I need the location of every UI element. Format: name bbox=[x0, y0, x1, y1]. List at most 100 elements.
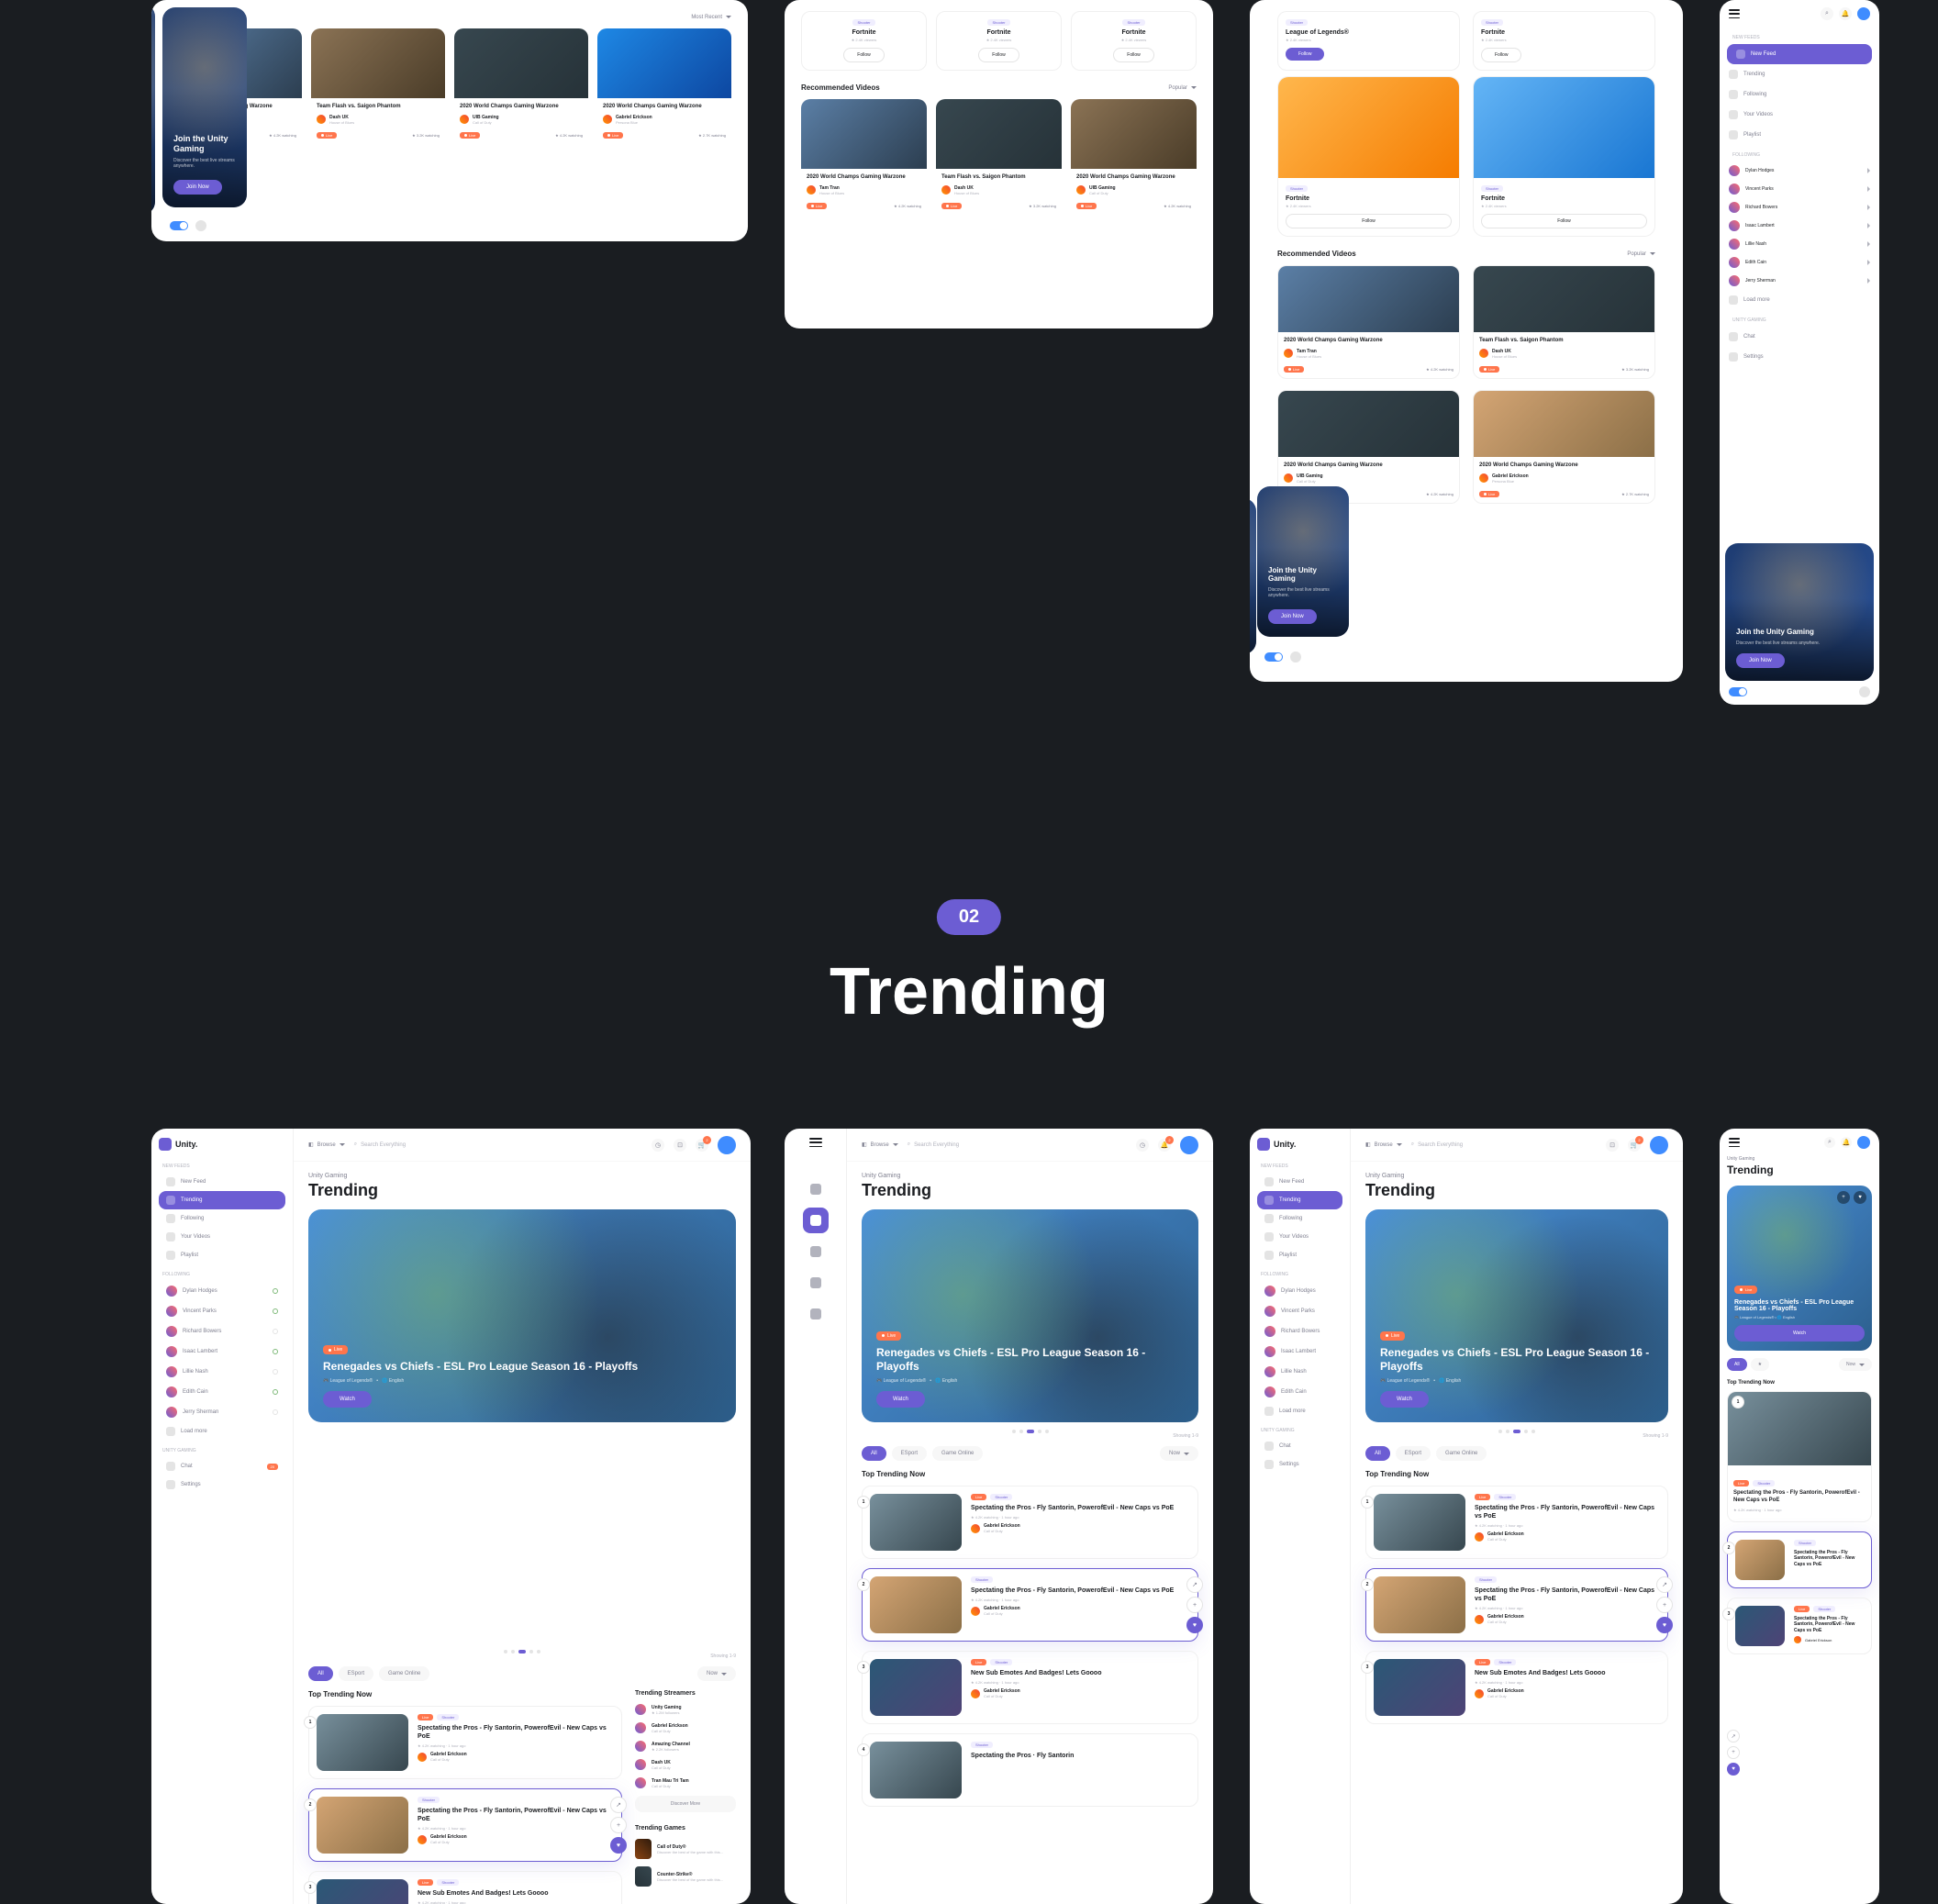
search-icon[interactable]: ⌕ bbox=[1824, 1137, 1835, 1148]
toggle[interactable] bbox=[1264, 652, 1283, 662]
avatar[interactable] bbox=[1857, 7, 1870, 20]
following-item[interactable]: Jerry Sherman bbox=[159, 1402, 285, 1422]
filter-esport[interactable]: ESport bbox=[1396, 1446, 1431, 1461]
following-item[interactable]: Isaac Lambert bbox=[1257, 1342, 1342, 1362]
nav-new-feed[interactable]: New Feed bbox=[1727, 44, 1872, 64]
add-icon[interactable]: + bbox=[1727, 1746, 1740, 1759]
nav-playlist[interactable]: Playlist bbox=[1720, 125, 1879, 145]
game-item[interactable]: Call of Duty®Discover the best of the ga… bbox=[635, 1839, 736, 1859]
following-item[interactable]: Vincent Parks bbox=[1257, 1301, 1342, 1321]
cart-icon[interactable]: 🛒 bbox=[1628, 1139, 1641, 1152]
join-now-button[interactable]: Join Now bbox=[173, 180, 222, 195]
following-item[interactable]: Vincent Parks bbox=[159, 1301, 285, 1321]
nav-new-feed[interactable]: New Feed bbox=[159, 1173, 285, 1191]
trending-list-item[interactable]: 3 LiveShooter New Sub Emotes And Badges!… bbox=[862, 1651, 1198, 1724]
nav-following[interactable]: Following bbox=[159, 1209, 285, 1228]
follow-button[interactable]: Follow bbox=[843, 48, 884, 62]
follow-button[interactable]: Follow bbox=[1481, 48, 1521, 62]
following-item[interactable]: Vincent Parks bbox=[1720, 180, 1879, 198]
filter-esport[interactable]: ESport bbox=[892, 1446, 927, 1461]
nav-playlist[interactable]: Playlist bbox=[1257, 1246, 1342, 1264]
search-icon[interactable]: ⌕ bbox=[1821, 7, 1833, 20]
load-more[interactable]: Load more bbox=[159, 1422, 285, 1441]
game-item[interactable]: Counter-Strike®Discover the best of the … bbox=[635, 1866, 736, 1887]
nav-trending[interactable]: Trending bbox=[159, 1191, 285, 1209]
video-card[interactable]: Team Flash vs. Saigon Phantom Dash UKHou… bbox=[936, 99, 1062, 215]
avatar[interactable] bbox=[1650, 1136, 1668, 1154]
discover-more-button[interactable]: Discover More bbox=[635, 1796, 736, 1812]
toggle[interactable] bbox=[170, 221, 188, 230]
nav-playlist[interactable] bbox=[803, 1301, 829, 1327]
nav-new-feed[interactable] bbox=[803, 1176, 829, 1202]
menu-icon[interactable] bbox=[1729, 9, 1740, 18]
add-icon[interactable]: + bbox=[1186, 1597, 1203, 1613]
trending-list-item[interactable]: 3 LiveShooter Spectating the Pros - Fly … bbox=[1727, 1598, 1872, 1654]
favorite-icon[interactable]: ♥ bbox=[1854, 1191, 1866, 1204]
search-input[interactable]: ⌕ Search Everything bbox=[1411, 1141, 1597, 1148]
clock-icon[interactable]: ◷ bbox=[652, 1139, 664, 1152]
trending-list-item[interactable]: 2 Shooter Spectating the Pros - Fly Sant… bbox=[1365, 1568, 1668, 1642]
nav-new-feed[interactable]: New Feed bbox=[1257, 1173, 1342, 1191]
trending-list-item[interactable]: 1 LiveShooter Spectating the Pros - Fly … bbox=[1365, 1486, 1668, 1559]
filter-all[interactable]: All bbox=[862, 1446, 886, 1461]
browse-dropdown[interactable]: ◧ Browse bbox=[1365, 1141, 1402, 1148]
trending-list-item[interactable]: 4 Shooter Spectating the Pros · Fly Sant… bbox=[862, 1733, 1198, 1807]
video-card[interactable]: 2020 World Champs Gaming Warzone Tam Tra… bbox=[801, 99, 927, 215]
watch-button[interactable]: Watch bbox=[323, 1391, 372, 1408]
share-icon[interactable]: ↗ bbox=[1186, 1576, 1203, 1593]
following-item[interactable]: Richard Bowers bbox=[159, 1321, 285, 1342]
browse-dropdown[interactable]: ◧ Browse bbox=[308, 1141, 345, 1148]
channel-card[interactable]: Shooter Fortnite ★ 2.4K viewers Follow bbox=[1071, 11, 1197, 71]
follow-button[interactable]: Follow bbox=[1286, 214, 1452, 228]
trending-list-item[interactable]: 1 LiveShooter Spectating the Pros - Fly … bbox=[308, 1706, 622, 1779]
watch-button[interactable]: Watch bbox=[1380, 1391, 1429, 1408]
video-card[interactable]: Team Flash vs. Saigon Phantom Dash UKHou… bbox=[311, 28, 445, 144]
filter-gameonline[interactable]: Game Online bbox=[932, 1446, 983, 1461]
nav-settings[interactable]: Settings bbox=[159, 1475, 285, 1494]
filter-gameonline[interactable]: Game Online bbox=[379, 1666, 429, 1681]
nav-your-videos[interactable]: Your Videos bbox=[1720, 105, 1879, 125]
sort-dropdown[interactable]: Now bbox=[1160, 1446, 1198, 1461]
cart-icon[interactable]: 🛒 bbox=[696, 1139, 708, 1152]
add-icon[interactable]: + bbox=[1656, 1597, 1673, 1613]
streamer-item[interactable]: Tran Mau Tri TamCall of Duty bbox=[635, 1777, 736, 1788]
trending-list-item[interactable]: 2 Shooter Spectating the Pros - Fly Sant… bbox=[862, 1568, 1198, 1642]
nav-following[interactable]: Following bbox=[1257, 1209, 1342, 1228]
nav-following[interactable]: Following bbox=[1720, 84, 1879, 105]
watch-button[interactable]: Watch bbox=[876, 1391, 925, 1408]
following-item[interactable]: Lillie Nash bbox=[159, 1362, 285, 1382]
following-item[interactable]: Dylan Hodges bbox=[1720, 161, 1879, 180]
following-item[interactable]: Edith Cain bbox=[159, 1382, 285, 1402]
nav-following[interactable] bbox=[803, 1239, 829, 1264]
nav-your-videos[interactable] bbox=[803, 1270, 829, 1296]
nav-settings[interactable]: Settings bbox=[1720, 347, 1879, 367]
trending-list-item[interactable]: 3 LiveShooter New Sub Emotes And Badges!… bbox=[1365, 1651, 1668, 1724]
video-card[interactable]: Team Flash vs. Saigon Phantom Dash UKHou… bbox=[1473, 265, 1655, 379]
hero-carousel[interactable]: + ♥ Live Renegades vs Chiefs - ESL Pro L… bbox=[1727, 1186, 1872, 1351]
filter-all[interactable]: All bbox=[308, 1666, 333, 1681]
video-card[interactable]: 2020 World Champs Gaming Warzone UIB Gam… bbox=[454, 28, 588, 144]
following-item[interactable]: Lillie Nash bbox=[1720, 235, 1879, 253]
channel-hero-card[interactable]: Shooter Fortnite ★ 2.4K viewers Follow bbox=[1473, 76, 1655, 237]
share-icon[interactable]: ↗ bbox=[1727, 1730, 1740, 1743]
clock-icon[interactable]: ◷ bbox=[1136, 1139, 1149, 1152]
favorite-icon[interactable]: ♥ bbox=[1656, 1617, 1673, 1633]
following-item[interactable]: Dylan Hodges bbox=[1257, 1281, 1342, 1301]
menu-icon[interactable] bbox=[809, 1138, 822, 1147]
sort-dropdown[interactable]: Popular bbox=[1627, 251, 1655, 257]
trending-list-item[interactable]: 1 LiveShooter Spectating the Pros - Fly … bbox=[1727, 1391, 1872, 1522]
menu-icon[interactable] bbox=[1729, 1138, 1740, 1147]
filter-all[interactable]: All bbox=[1727, 1358, 1747, 1371]
favorite-icon[interactable]: ♥ bbox=[610, 1837, 627, 1854]
nav-trending[interactable] bbox=[803, 1208, 829, 1233]
search-input[interactable]: ⌕ Search Everything bbox=[908, 1141, 1127, 1148]
trending-list-item[interactable]: 2 Shooter Spectating the Pros - Fly Sant… bbox=[1727, 1531, 1872, 1588]
filter-esport[interactable]: ★ bbox=[1751, 1358, 1769, 1371]
logo[interactable]: Unity. bbox=[159, 1138, 285, 1151]
favorite-icon[interactable]: ♥ bbox=[1727, 1763, 1740, 1776]
hero-carousel[interactable]: Live Renegades vs Chiefs - ESL Pro Leagu… bbox=[862, 1209, 1198, 1422]
trending-list-item[interactable]: 3 LiveShooter New Sub Emotes And Badges!… bbox=[308, 1871, 622, 1904]
trending-list-item[interactable]: 2 Shooter Spectating the Pros - Fly Sant… bbox=[308, 1788, 622, 1862]
nav-playlist[interactable]: Playlist bbox=[159, 1246, 285, 1264]
follow-button[interactable]: Follow bbox=[1286, 48, 1324, 61]
